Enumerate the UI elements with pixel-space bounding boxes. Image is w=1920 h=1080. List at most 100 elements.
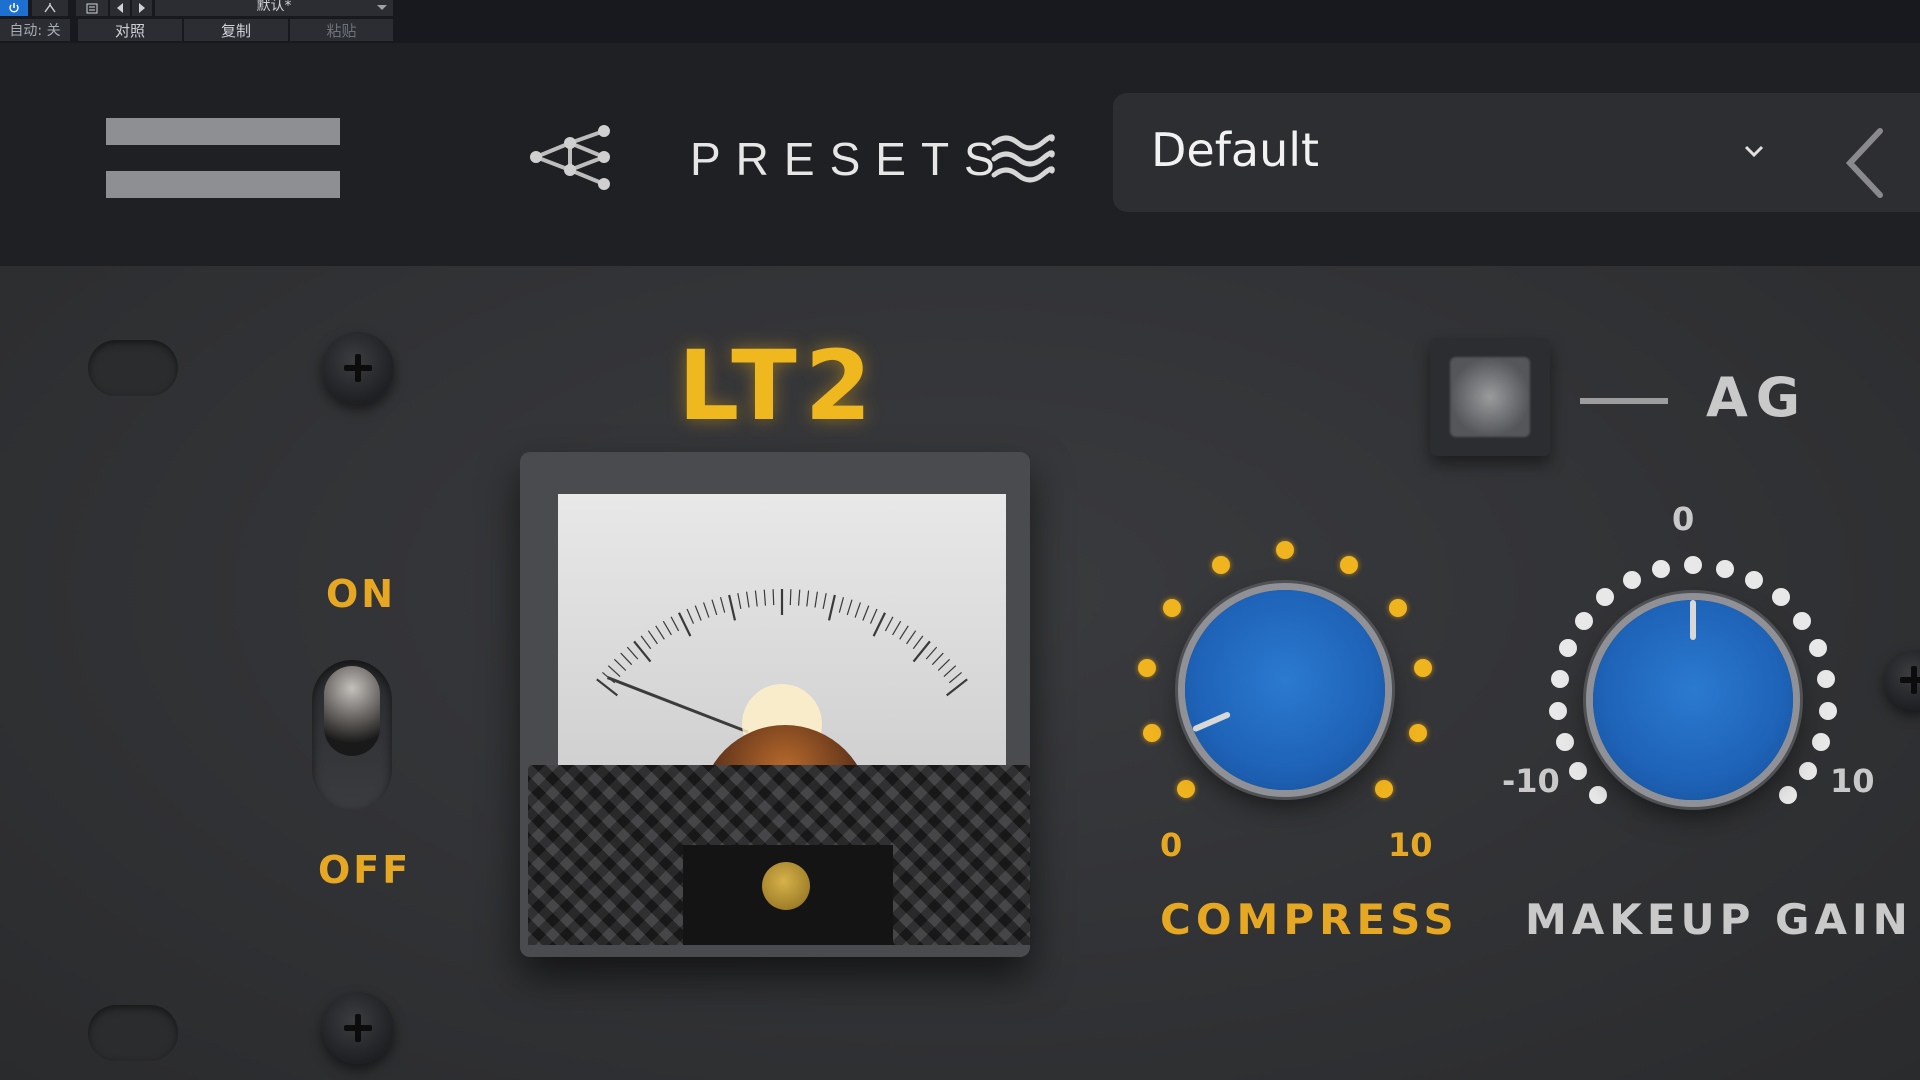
meter-tick — [884, 616, 894, 632]
makeup-gain-center-label: 0 — [1672, 500, 1695, 538]
meter-tick — [620, 652, 633, 666]
preset-dropdown[interactable]: Default — [1113, 93, 1920, 212]
meter-tick — [814, 591, 819, 608]
compress-max-label: 10 — [1388, 826, 1433, 864]
host-toolbar: 默认* 自动: 关 对照 复制 粘贴 — [0, 0, 1920, 43]
compress-knob-pointer — [1192, 711, 1232, 733]
scale-dot — [1715, 559, 1734, 578]
compress-label: COMPRESS — [1160, 895, 1459, 944]
scale-dot — [1389, 598, 1408, 617]
scale-dot — [1574, 611, 1593, 630]
meter-tick — [772, 589, 775, 606]
meter-tick — [854, 602, 862, 618]
toggle-handle[interactable] — [324, 666, 380, 756]
meter-tick — [892, 620, 902, 636]
chevron-down-icon — [1743, 143, 1765, 158]
scale-dot — [1137, 659, 1156, 678]
host-preset-value: 默认* — [256, 0, 292, 14]
makeup-gain-min-label: -10 — [1502, 762, 1560, 800]
scale-dot — [1339, 556, 1358, 575]
meter-tick — [937, 658, 951, 671]
meter-tick — [745, 591, 750, 608]
plugin-header: PRESETS Default — [0, 43, 1920, 266]
on-label: ON — [326, 572, 397, 616]
rack-slot-top — [88, 340, 178, 396]
meter-tick — [677, 612, 692, 637]
meter-needle — [606, 676, 749, 734]
meter-tick — [737, 593, 742, 610]
scale-dot — [1793, 611, 1812, 630]
meter-tick — [728, 594, 737, 621]
meter-tick — [655, 625, 665, 640]
meter-adjust-screw[interactable] — [762, 862, 810, 910]
screw-top — [322, 332, 394, 404]
prev-icon[interactable] — [110, 0, 130, 16]
makeup-gain-knob[interactable] — [1593, 600, 1793, 800]
meter-tick — [862, 605, 870, 621]
meter-tick — [797, 589, 801, 606]
rack-slot-bottom — [88, 1005, 178, 1061]
makeup-gain-knob-pointer — [1690, 600, 1696, 640]
meter-tick — [789, 589, 792, 606]
scale-dot — [1550, 669, 1569, 688]
preset-name: Default — [1151, 123, 1320, 177]
chevron-left-icon[interactable] — [1840, 123, 1890, 203]
hamburger-menu-icon[interactable] — [106, 118, 340, 198]
meter-tick — [899, 625, 909, 640]
meter-tick — [912, 635, 924, 650]
scale-dot — [1568, 761, 1587, 780]
screw-bottom — [322, 992, 394, 1064]
list-icon[interactable] — [76, 0, 108, 16]
meter-tick — [931, 652, 944, 666]
meter-tick — [925, 646, 938, 660]
waves-icon[interactable] — [990, 131, 1055, 186]
scale-dot — [1588, 786, 1607, 805]
scale-dot — [1771, 588, 1790, 607]
presets-label[interactable]: PRESETS — [690, 132, 1010, 186]
scale-dot — [1142, 724, 1161, 743]
meter-tick — [763, 589, 767, 606]
scale-dot — [1162, 598, 1181, 617]
meter-tick — [846, 599, 853, 616]
meter-tick — [872, 612, 887, 637]
scale-dot — [1684, 556, 1702, 574]
host-preset-select[interactable]: 默认* — [155, 0, 393, 16]
makeup-gain-label: MAKEUP GAIN — [1525, 895, 1913, 944]
meter-tick — [702, 602, 710, 618]
meter-tick — [827, 594, 836, 621]
makeup-gain-max-label: 10 — [1830, 762, 1875, 800]
meter-tick — [694, 605, 702, 621]
meter-tick — [943, 665, 957, 677]
paste-button[interactable]: 粘贴 — [290, 19, 393, 41]
ag-button[interactable] — [1450, 357, 1530, 437]
auto-button[interactable]: 自动: 关 — [0, 19, 70, 41]
meter-tick — [613, 658, 627, 671]
compress-min-label: 0 — [1160, 826, 1183, 864]
ag-connector-line — [1580, 398, 1668, 404]
routing-icon[interactable] — [32, 0, 68, 16]
scale-dot — [1555, 732, 1574, 751]
scale-dot — [1799, 761, 1818, 780]
scale-dot — [1818, 701, 1837, 720]
meter-tick — [719, 597, 726, 613]
scale-dot — [1374, 779, 1393, 798]
next-icon[interactable] — [132, 0, 152, 16]
meter-tick — [662, 620, 672, 636]
meter-tick — [822, 593, 827, 610]
share-network-icon[interactable] — [530, 123, 615, 198]
power-icon[interactable] — [0, 0, 28, 16]
copy-button[interactable]: 复制 — [184, 19, 288, 41]
power-toggle-switch[interactable] — [312, 660, 392, 810]
meter-tick — [626, 646, 639, 660]
compress-knob[interactable] — [1185, 590, 1385, 790]
meter-tick — [647, 630, 658, 645]
device-title: LT2 — [678, 330, 880, 442]
scale-dot — [1549, 701, 1568, 720]
scale-dot — [1622, 570, 1641, 589]
compare-button[interactable]: 对照 — [78, 19, 182, 41]
scale-dot — [1177, 779, 1195, 798]
meter-tick — [806, 590, 810, 607]
meter-tick — [670, 616, 680, 632]
meter-tick — [711, 599, 718, 616]
meter-tick — [838, 597, 845, 613]
